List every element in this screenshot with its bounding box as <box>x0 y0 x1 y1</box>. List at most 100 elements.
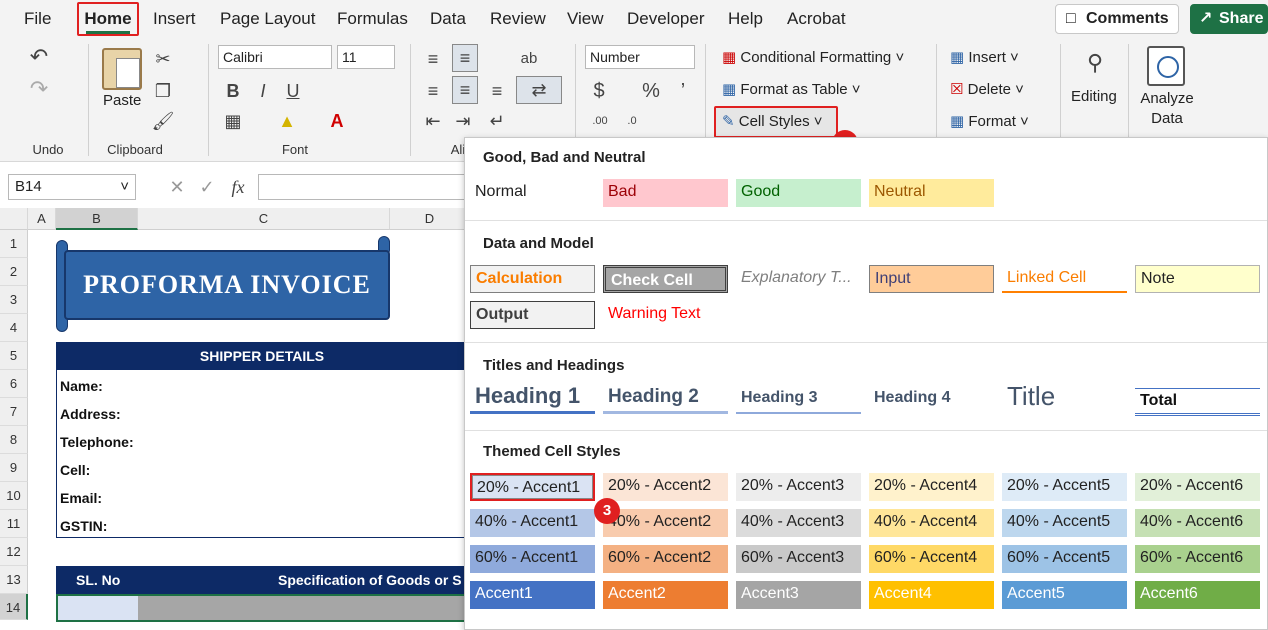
style-20-accent3[interactable]: 20% - Accent3 <box>736 473 861 501</box>
analyze-label[interactable]: Analyze <box>1140 90 1194 107</box>
borders-icon[interactable]: ▦ <box>222 108 244 134</box>
style-accent3[interactable]: Accent3 <box>736 581 861 609</box>
enter-icon[interactable]: ✓ <box>196 174 218 200</box>
number-format-combo[interactable]: Number <box>585 45 695 69</box>
style-warning-text[interactable]: Warning Text <box>603 301 728 329</box>
style-check-cell[interactable]: Check Cell <box>603 265 728 293</box>
delete-cells-button[interactable]: ☒ Delete ˅ <box>950 80 1024 98</box>
fill-color-icon[interactable]: ▲ <box>276 108 298 134</box>
comments-button[interactable]: □ Comments <box>1055 4 1179 34</box>
row-header-1[interactable]: 1 <box>0 230 28 258</box>
cell-b14[interactable] <box>58 596 138 620</box>
align-left-icon[interactable]: ≡ <box>422 78 444 104</box>
row-header-6[interactable]: 6 <box>0 370 28 398</box>
format-painter-icon[interactable]: 🖌 <box>150 108 176 134</box>
style-heading-3[interactable]: Heading 3 <box>736 382 861 414</box>
menu-review[interactable]: Review <box>490 0 546 38</box>
format-cells-button[interactable]: ▦ Format ˅ <box>950 112 1029 130</box>
style-linked-cell[interactable]: Linked Cell <box>1002 265 1127 293</box>
style-60-accent3[interactable]: 60% - Accent3 <box>736 545 861 573</box>
row-header-14[interactable]: 14 <box>0 594 28 620</box>
paste-icon[interactable] <box>102 48 142 90</box>
style-normal[interactable]: Normal <box>470 179 595 207</box>
style-60-accent4[interactable]: 60% - Accent4 <box>869 545 994 573</box>
cut-icon[interactable]: ✂ <box>150 46 176 72</box>
bold-icon[interactable]: B <box>222 78 244 104</box>
column-header-c[interactable]: C <box>138 208 390 230</box>
insert-cells-button[interactable]: ▦ Insert ˅ <box>950 48 1019 66</box>
format-as-table-button[interactable]: ▦ Format as Table ˅ <box>722 80 861 98</box>
name-box[interactable]: B14 ˅ <box>8 174 136 200</box>
selected-row-14[interactable] <box>56 594 468 622</box>
menu-acrobat[interactable]: Acrobat <box>787 0 846 38</box>
align-middle-icon[interactable]: ≡ <box>452 44 478 72</box>
style-good[interactable]: Good <box>736 179 861 207</box>
menu-view[interactable]: View <box>567 0 604 38</box>
font-color-icon[interactable]: A <box>326 108 348 134</box>
style-accent5[interactable]: Accent5 <box>1002 581 1127 609</box>
style-20-accent5[interactable]: 20% - Accent5 <box>1002 473 1127 501</box>
menu-help[interactable]: Help <box>728 0 763 38</box>
column-header-a[interactable]: A <box>28 208 56 230</box>
paste-button[interactable]: Paste <box>103 92 141 109</box>
currency-icon[interactable]: $ <box>588 78 610 104</box>
style-calculation[interactable]: Calculation <box>470 265 595 293</box>
style-40-accent3[interactable]: 40% - Accent3 <box>736 509 861 537</box>
style-input[interactable]: Input <box>869 265 994 293</box>
style-accent4[interactable]: Accent4 <box>869 581 994 609</box>
style-heading-1[interactable]: Heading 1 <box>470 382 595 414</box>
row-header-5[interactable]: 5 <box>0 342 28 370</box>
style-note[interactable]: Note <box>1135 265 1260 293</box>
italic-icon[interactable]: I <box>252 78 274 104</box>
insert-function-icon[interactable]: fx <box>226 174 250 200</box>
comma-icon[interactable]: ’ <box>672 78 694 104</box>
row-header-12[interactable]: 12 <box>0 538 28 566</box>
increase-indent-icon[interactable]: ⇥ <box>452 108 474 134</box>
style-neutral[interactable]: Neutral <box>869 179 994 207</box>
style-20-accent1[interactable]: 20% - Accent1 <box>470 473 595 501</box>
menu-developer[interactable]: Developer <box>627 0 705 38</box>
conditional-formatting-button[interactable]: ▦ Conditional Formatting ˅ <box>722 48 904 66</box>
row-header-7[interactable]: 7 <box>0 398 28 426</box>
style-20-accent2[interactable]: 20% - Accent2 <box>603 473 728 501</box>
style-total[interactable]: Total <box>1135 388 1260 416</box>
row-header-2[interactable]: 2 <box>0 258 28 286</box>
decrease-decimal-icon[interactable]: .0 <box>620 108 644 134</box>
align-right-icon[interactable]: ≡ <box>486 78 508 104</box>
copy-icon[interactable]: ❐ <box>150 78 176 104</box>
column-header-b[interactable]: B <box>56 208 138 230</box>
style-40-accent6[interactable]: 40% - Accent6 <box>1135 509 1260 537</box>
row-header-3[interactable]: 3 <box>0 286 28 314</box>
analyze-data-icon[interactable] <box>1147 46 1185 86</box>
row-header-11[interactable]: 11 <box>0 510 28 538</box>
menu-insert[interactable]: Insert <box>153 0 196 38</box>
style-explanatory-t[interactable]: Explanatory T... <box>736 265 861 293</box>
wrap-text-icon[interactable]: ↵ <box>486 108 508 134</box>
style-accent1[interactable]: Accent1 <box>470 581 595 609</box>
row-header-9[interactable]: 9 <box>0 454 28 482</box>
style-20-accent6[interactable]: 20% - Accent6 <box>1135 473 1260 501</box>
column-header-d[interactable]: D <box>390 208 470 230</box>
cancel-icon[interactable]: ✕ <box>166 174 188 200</box>
redo-icon[interactable]: ↷ <box>26 76 52 102</box>
percent-icon[interactable]: % <box>640 78 662 104</box>
style-bad[interactable]: Bad <box>603 179 728 207</box>
style-40-accent2[interactable]: 40% - Accent2 <box>603 509 728 537</box>
analyze-data-label[interactable]: Data <box>1140 110 1194 127</box>
editing-button[interactable]: Editing <box>1071 88 1117 105</box>
style-60-accent1[interactable]: 60% - Accent1 <box>470 545 595 573</box>
align-center-icon[interactable]: ≡ <box>452 76 478 104</box>
row-header-8[interactable]: 8 <box>0 426 28 454</box>
select-all-corner[interactable] <box>0 208 28 230</box>
decrease-indent-icon[interactable]: ⇤ <box>422 108 444 134</box>
style-heading-2[interactable]: Heading 2 <box>603 382 728 414</box>
undo-icon[interactable]: ↶ <box>26 44 52 70</box>
style-60-accent6[interactable]: 60% - Accent6 <box>1135 545 1260 573</box>
share-button[interactable]: ↗ Share <box>1190 4 1268 34</box>
editing-search-icon[interactable]: ⚲ <box>1082 50 1108 76</box>
menu-file[interactable]: File <box>24 0 51 38</box>
row-header-4[interactable]: 4 <box>0 314 28 342</box>
increase-decimal-icon[interactable]: .00 <box>588 108 612 134</box>
style-heading-4[interactable]: Heading 4 <box>869 382 994 414</box>
row-header-10[interactable]: 10 <box>0 482 28 510</box>
